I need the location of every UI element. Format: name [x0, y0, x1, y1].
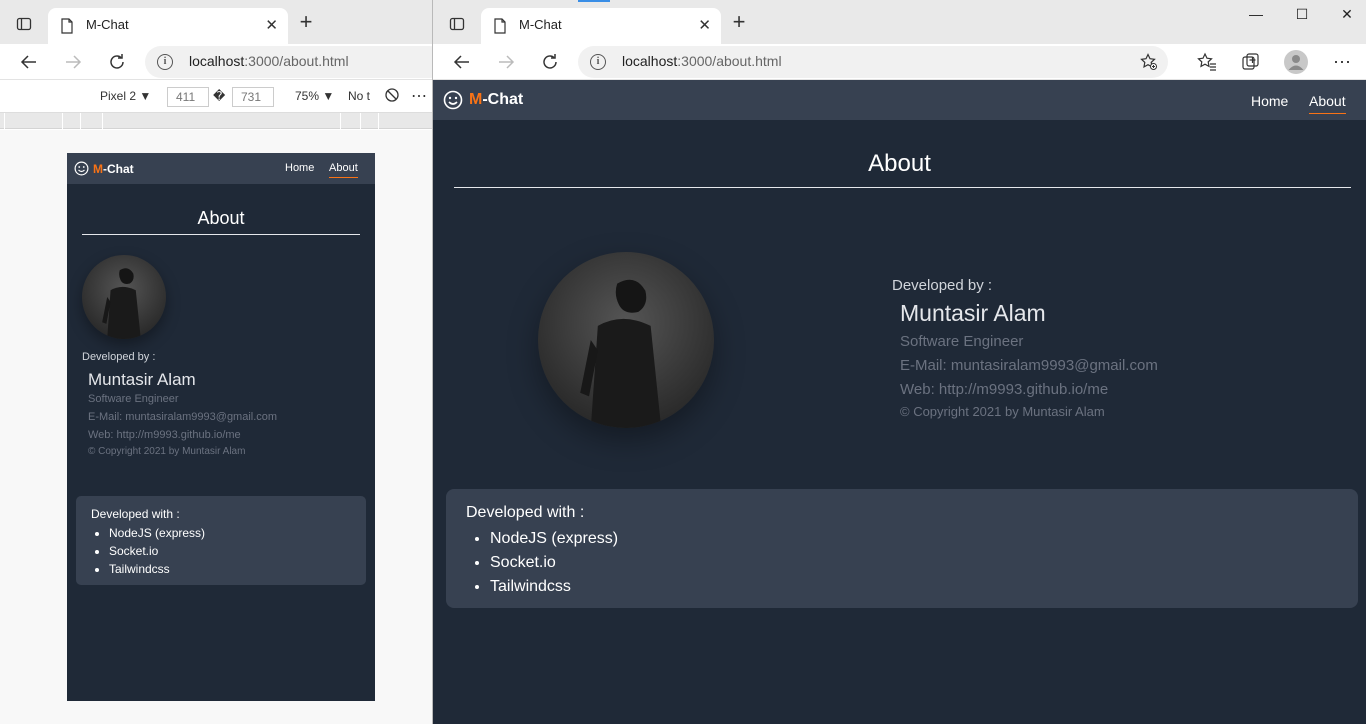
developer-name: Muntasir Alam	[900, 300, 1046, 326]
page-title: About	[197, 208, 245, 228]
list-item: Tailwindcss	[490, 575, 618, 599]
copyright-text: © Copyright 2021 by Muntasir Alam	[88, 446, 246, 457]
address-url: localhost:3000/about.html	[622, 53, 782, 69]
list-item: Socket.io	[109, 542, 205, 560]
swap-dimensions-icon[interactable]: �	[213, 89, 225, 103]
browser-toolbar: i localhost:3000/about.html	[0, 44, 432, 80]
tech-stack-list: NodeJS (express) Socket.io Tailwindcss	[490, 527, 618, 599]
new-tab-button[interactable]: +	[295, 11, 317, 34]
browser-window-main: M-Chat ✕ + — ☐ ✕ i localhost:3000/about.…	[433, 0, 1366, 724]
profile-icon[interactable]	[1284, 50, 1308, 74]
list-item: Socket.io	[490, 551, 618, 575]
brand-name: -Chat	[482, 91, 524, 108]
back-icon[interactable]	[450, 50, 474, 74]
nav-home-link[interactable]: Home	[1251, 93, 1288, 109]
tab-close-icon[interactable]: ✕	[698, 16, 711, 34]
window-top-accent	[578, 0, 610, 2]
avatar	[538, 252, 714, 428]
brand-initial: M	[469, 91, 483, 108]
developer-email: E-Mail: muntasiralam9993@gmail.com	[900, 357, 1158, 374]
mobile-page: M -Chat Home About About Developed by : M…	[67, 153, 375, 701]
throttle-select[interactable]: No t	[348, 89, 370, 103]
new-tab-button[interactable]: +	[728, 11, 750, 34]
smiley-icon	[74, 161, 89, 176]
page: M -Chat Home About About Developed by : M…	[433, 80, 1366, 724]
refresh-icon[interactable]	[105, 50, 129, 74]
refresh-icon[interactable]	[538, 50, 562, 74]
maximize-button[interactable]: ☐	[1292, 6, 1312, 26]
zoom-select[interactable]: 75% ▼	[295, 89, 334, 103]
address-bar[interactable]: i localhost:3000/about.html	[578, 46, 1168, 78]
developed-by-label: Developed by :	[892, 277, 993, 294]
more-icon[interactable]: ⋯	[411, 86, 427, 106]
developed-by-label: Developed by :	[82, 351, 156, 363]
nav-about-link[interactable]: About	[329, 162, 358, 178]
tab-strip: M-Chat ✕ + — ☐ ✕	[433, 0, 1366, 44]
list-item: NodeJS (express)	[109, 524, 205, 542]
tech-stack-card: Developed with : NodeJS (express) Socket…	[76, 496, 366, 585]
favorites-icon[interactable]	[1195, 50, 1219, 74]
nav-home-link[interactable]: Home	[285, 162, 314, 174]
tab-close-icon[interactable]: ✕	[265, 16, 278, 34]
brand-logo[interactable]: M -Chat	[443, 90, 523, 110]
collections-icon[interactable]	[1239, 50, 1263, 74]
smiley-icon	[443, 90, 463, 110]
tab-actions-icon[interactable]	[445, 12, 469, 36]
rotate-icon[interactable]	[384, 87, 400, 106]
close-window-button[interactable]: ✕	[1337, 6, 1357, 26]
list-item: Tailwindcss	[109, 560, 205, 578]
page-icon	[494, 18, 506, 34]
tab-title: M-Chat	[86, 17, 129, 32]
list-item: NodeJS (express)	[490, 527, 618, 551]
copyright-text: © Copyright 2021 by Muntasir Alam	[900, 404, 1105, 419]
developer-name: Muntasir Alam	[88, 370, 196, 389]
viewport-width-input[interactable]: 411	[167, 87, 209, 107]
brand-logo[interactable]: M -Chat	[74, 161, 134, 176]
page-icon	[61, 18, 73, 34]
tech-stack-card: Developed with : NodeJS (express) Socket…	[446, 489, 1358, 608]
device-select[interactable]: Pixel 2 ▼	[100, 89, 151, 103]
avatar	[82, 255, 166, 339]
tech-stack-list: NodeJS (express) Socket.io Tailwindcss	[109, 524, 205, 578]
media-query-ruler	[0, 113, 432, 129]
minimize-button[interactable]: —	[1246, 6, 1266, 26]
tab-strip: M-Chat ✕ +	[0, 0, 432, 44]
brand-name: -Chat	[103, 161, 134, 176]
viewport-height-input[interactable]: 731	[232, 87, 274, 107]
title-divider	[82, 234, 360, 235]
page-title: About	[868, 150, 931, 177]
developer-website: Web: http://m9993.github.io/me	[900, 381, 1109, 398]
tab-actions-icon[interactable]	[12, 12, 36, 36]
forward-icon[interactable]	[61, 50, 85, 74]
developer-website: Web: http://m9993.github.io/me	[88, 429, 241, 441]
info-icon[interactable]: i	[590, 54, 606, 70]
nav-about-link[interactable]: About	[1309, 93, 1346, 114]
developer-role: Software Engineer	[88, 393, 179, 405]
page-navbar: M -Chat Home About	[67, 153, 375, 184]
developer-email: E-Mail: muntasiralam9993@gmail.com	[88, 411, 278, 423]
browser-tab[interactable]: M-Chat ✕	[48, 8, 288, 44]
favorite-add-icon[interactable]	[1140, 53, 1158, 71]
tech-stack-title: Developed with :	[91, 507, 180, 521]
browser-window-devtools: M-Chat ✕ + i localhost:3000/about.html P…	[0, 0, 433, 724]
back-icon[interactable]	[17, 50, 41, 74]
browser-toolbar: i localhost:3000/about.html ⋯	[433, 44, 1366, 80]
more-icon[interactable]: ⋯	[1330, 50, 1354, 74]
developer-role: Software Engineer	[900, 333, 1024, 350]
brand-initial: M	[93, 161, 103, 176]
tech-stack-title: Developed with :	[466, 504, 585, 521]
title-divider	[454, 187, 1351, 188]
browser-tab[interactable]: M-Chat ✕	[481, 8, 721, 44]
page-navbar: M -Chat Home About	[433, 80, 1366, 120]
address-bar[interactable]: i localhost:3000/about.html	[145, 46, 432, 78]
forward-icon[interactable]	[494, 50, 518, 74]
device-toolbar: Pixel 2 ▼ 411 � 731 75% ▼ No t ⋯	[0, 81, 432, 113]
tab-title: M-Chat	[519, 17, 562, 32]
address-url: localhost:3000/about.html	[189, 53, 349, 69]
info-icon[interactable]: i	[157, 54, 173, 70]
